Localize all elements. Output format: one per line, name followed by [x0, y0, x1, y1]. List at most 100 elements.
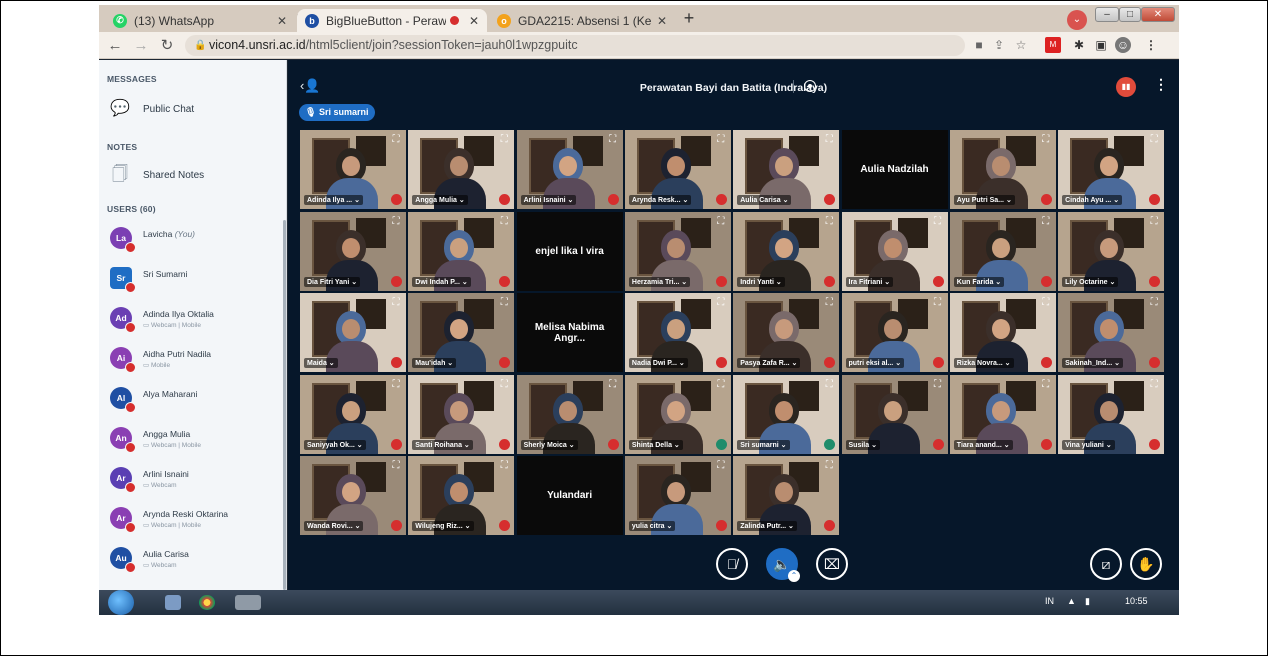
participant-name[interactable]: Arlini Isnaini ⌄	[520, 195, 577, 205]
webcam-tile[interactable]: ⛶ Mau'idah ⌄	[408, 293, 515, 372]
participant-name[interactable]: Kun Farida ⌄	[953, 276, 1005, 287]
webcam-tile[interactable]: ⛶ Maida ⌄	[300, 293, 406, 372]
webcam-tile[interactable]: ⛶ Lily Octarine ⌄	[1058, 211, 1165, 291]
webcam-tile[interactable]: ⛶ Sri sumarni ⌄	[733, 374, 840, 454]
user-list-item[interactable]: Ad Adinda Ilya Oktalia ▭ Webcam | Mobile	[110, 303, 280, 335]
audio-options-icon[interactable]: ⌃	[788, 570, 800, 582]
participant-name[interactable]: Dia Fitri Yani ⌄	[304, 276, 361, 287]
connection-status-icon[interactable]: ▮▮	[1116, 77, 1136, 97]
explorer-icon[interactable]	[165, 595, 181, 610]
share-screen-button[interactable]: ⧄	[1090, 548, 1122, 580]
tab-moodle[interactable]: o GDA2215: Absensi 1 (Kelas Indra ✕	[489, 9, 675, 32]
webcam-tile[interactable]: ⛶ Wanda Rovi... ⌄	[300, 456, 406, 535]
participant-name[interactable]: Shinta Della ⌄	[628, 439, 683, 450]
close-tab-icon[interactable]: ✕	[277, 14, 287, 28]
fullscreen-icon[interactable]: ⛶	[499, 135, 509, 145]
fullscreen-icon[interactable]: ⛶	[716, 135, 726, 145]
fullscreen-icon[interactable]: ⛶	[716, 379, 726, 390]
webcam-tile[interactable]: ⛶ Indri Yanti ⌄	[733, 211, 840, 291]
webcam-tile[interactable]: ⛶ Zalinda Putr... ⌄	[733, 456, 840, 535]
side-panel-icon[interactable]: ▣	[1093, 37, 1109, 53]
fullscreen-icon[interactable]: ⛶	[933, 379, 943, 390]
fullscreen-icon[interactable]: ⛶	[391, 135, 401, 145]
tab-whatsapp[interactable]: ✆ (13) WhatsApp ✕	[105, 9, 295, 32]
webcam-tile[interactable]: ⛶ Adinda Ilya ... ⌄	[300, 130, 406, 209]
fullscreen-icon[interactable]: ⛶	[1041, 135, 1051, 145]
user-list-item[interactable]: An Angga Mulia ▭ Webcam | Mobile	[110, 423, 280, 455]
shared-notes-item[interactable]: 🗍 Shared Notes	[109, 164, 204, 186]
participant-name[interactable]: Arynda Resk... ⌄	[628, 195, 692, 205]
fullscreen-icon[interactable]: ⛶	[391, 298, 401, 308]
webcam-tile[interactable]: ⛶ Wilujeng Riz... ⌄	[408, 456, 515, 535]
share-icon[interactable]: ⇪	[991, 37, 1007, 53]
participant-name[interactable]: Saniyyah Ok... ⌄	[304, 439, 366, 450]
extension-icon[interactable]: M	[1045, 37, 1061, 53]
webcam-tile[interactable]: ⛶ Arlini Isnaini ⌄	[516, 130, 623, 209]
minimize-button[interactable]: –	[1095, 7, 1119, 22]
participant-name[interactable]: Santi Roihana ⌄	[412, 439, 473, 450]
participant-name[interactable]: Cindah Ayu ... ⌄	[1062, 195, 1123, 205]
fullscreen-icon[interactable]: ⛶	[1041, 298, 1051, 308]
fullscreen-icon[interactable]: ⛶	[391, 461, 401, 471]
user-list-item[interactable]: Sr Sri Sumarni	[110, 263, 280, 295]
fullscreen-icon[interactable]: ⛶	[824, 216, 834, 227]
recording-indicator-icon[interactable]	[804, 80, 816, 92]
webcam-tile[interactable]: ⛶ Vina yuliani ⌄	[1058, 374, 1165, 454]
webcam-tile[interactable]: ⛶ Pasya Zafa R... ⌄	[733, 293, 840, 372]
close-tab-icon[interactable]: ✕	[657, 14, 667, 28]
webcam-tile[interactable]: ⛶ Aulia Carisa ⌄	[733, 130, 840, 209]
webcam-tile[interactable]: ⛶ Tiara anand... ⌄	[949, 374, 1056, 454]
participant-name[interactable]: Maida ⌄	[304, 358, 338, 368]
fullscreen-icon[interactable]: ⛶	[499, 461, 509, 471]
fullscreen-icon[interactable]: ⛶	[499, 379, 509, 390]
participant-name[interactable]: Sakinah_Ind... ⌄	[1062, 358, 1123, 368]
start-button[interactable]	[108, 590, 134, 615]
participant-name[interactable]: Tiara anand... ⌄	[953, 439, 1013, 450]
webcam-tile[interactable]: ⛶ Kun Farida ⌄	[949, 211, 1056, 291]
webcam-tile-placeholder[interactable]: Aulia Nadzilah	[841, 130, 948, 209]
chrome-icon[interactable]	[199, 595, 215, 610]
new-tab-button[interactable]: +	[679, 9, 699, 29]
webcam-tile[interactable]: ⛶ Nadia Dwi P... ⌄	[624, 293, 731, 372]
camera-in-use-icon[interactable]: ■	[971, 37, 987, 53]
webcam-tile[interactable]: ⛶ Saniyyah Ok... ⌄	[300, 374, 406, 454]
participant-name[interactable]: Angga Mulia ⌄	[412, 195, 468, 205]
webcam-tile[interactable]: ⛶ Dia Fitri Yani ⌄	[300, 211, 406, 291]
webcam-tile-placeholder[interactable]: Melisa Nabima Angr...	[516, 293, 623, 372]
public-chat-item[interactable]: 💬 Public Chat	[109, 98, 194, 120]
options-menu-icon[interactable]: ⋮	[1154, 76, 1168, 93]
fullscreen-icon[interactable]: ⛶	[824, 461, 834, 471]
user-list-item[interactable]: Ar Arlini Isnaini ▭ Webcam	[110, 463, 280, 495]
webcam-tile[interactable]: ⛶ yulia citra ⌄	[624, 456, 731, 535]
fullscreen-icon[interactable]: ⛶	[933, 298, 943, 308]
camera-button[interactable]: ⌧	[816, 548, 848, 580]
participant-name[interactable]: Sherly Moica ⌄	[520, 439, 578, 450]
user-list-item[interactable]: Au Aulia Carisa ▭ Webcam	[110, 543, 280, 575]
fullscreen-icon[interactable]: ⛶	[1149, 135, 1159, 145]
webcam-tile-placeholder[interactable]: Yulandari	[516, 456, 623, 535]
participant-name[interactable]: Ira Fitriani ⌄	[845, 276, 894, 287]
sidebar-scrollbar[interactable]	[283, 220, 286, 590]
webcam-tile[interactable]: ⛶ Ayu Putri Sa... ⌄	[949, 130, 1056, 209]
fullscreen-icon[interactable]: ⛶	[608, 135, 618, 145]
tab-bigbluebutton[interactable]: b BigBlueButton - Perawatan B ✕	[297, 9, 487, 32]
close-tab-icon[interactable]: ✕	[469, 14, 479, 28]
close-window-button[interactable]: ✕	[1141, 7, 1175, 22]
fullscreen-icon[interactable]: ⛶	[1149, 216, 1159, 227]
participant-name[interactable]: putri eksi al... ⌄	[845, 358, 905, 368]
browser-menu-icon[interactable]: ⋮	[1143, 37, 1159, 53]
webcam-tile[interactable]: ⛶ Santi Roihana ⌄	[408, 374, 515, 454]
fullscreen-icon[interactable]: ⛶	[1041, 379, 1051, 390]
participant-name[interactable]: Pasya Zafa R... ⌄	[737, 358, 801, 368]
webcam-tile[interactable]: ⛶ Rizka Novra... ⌄	[949, 293, 1056, 372]
battery-icon[interactable]: ▮	[1085, 596, 1090, 607]
fullscreen-icon[interactable]: ⛶	[499, 216, 509, 227]
fullscreen-icon[interactable]: ⛶	[824, 135, 834, 145]
participant-name[interactable]: Vina yuliani ⌄	[1062, 439, 1115, 450]
participant-name[interactable]: Lily Octarine ⌄	[1062, 276, 1119, 287]
participant-name[interactable]: Ayu Putri Sa... ⌄	[953, 195, 1015, 205]
participant-name[interactable]: Indri Yanti ⌄	[737, 276, 785, 287]
participant-name[interactable]: yulia citra ⌄	[628, 521, 676, 531]
user-list-item[interactable]: Al Alya Maharani	[110, 383, 280, 415]
language-indicator[interactable]: IN	[1045, 596, 1054, 606]
